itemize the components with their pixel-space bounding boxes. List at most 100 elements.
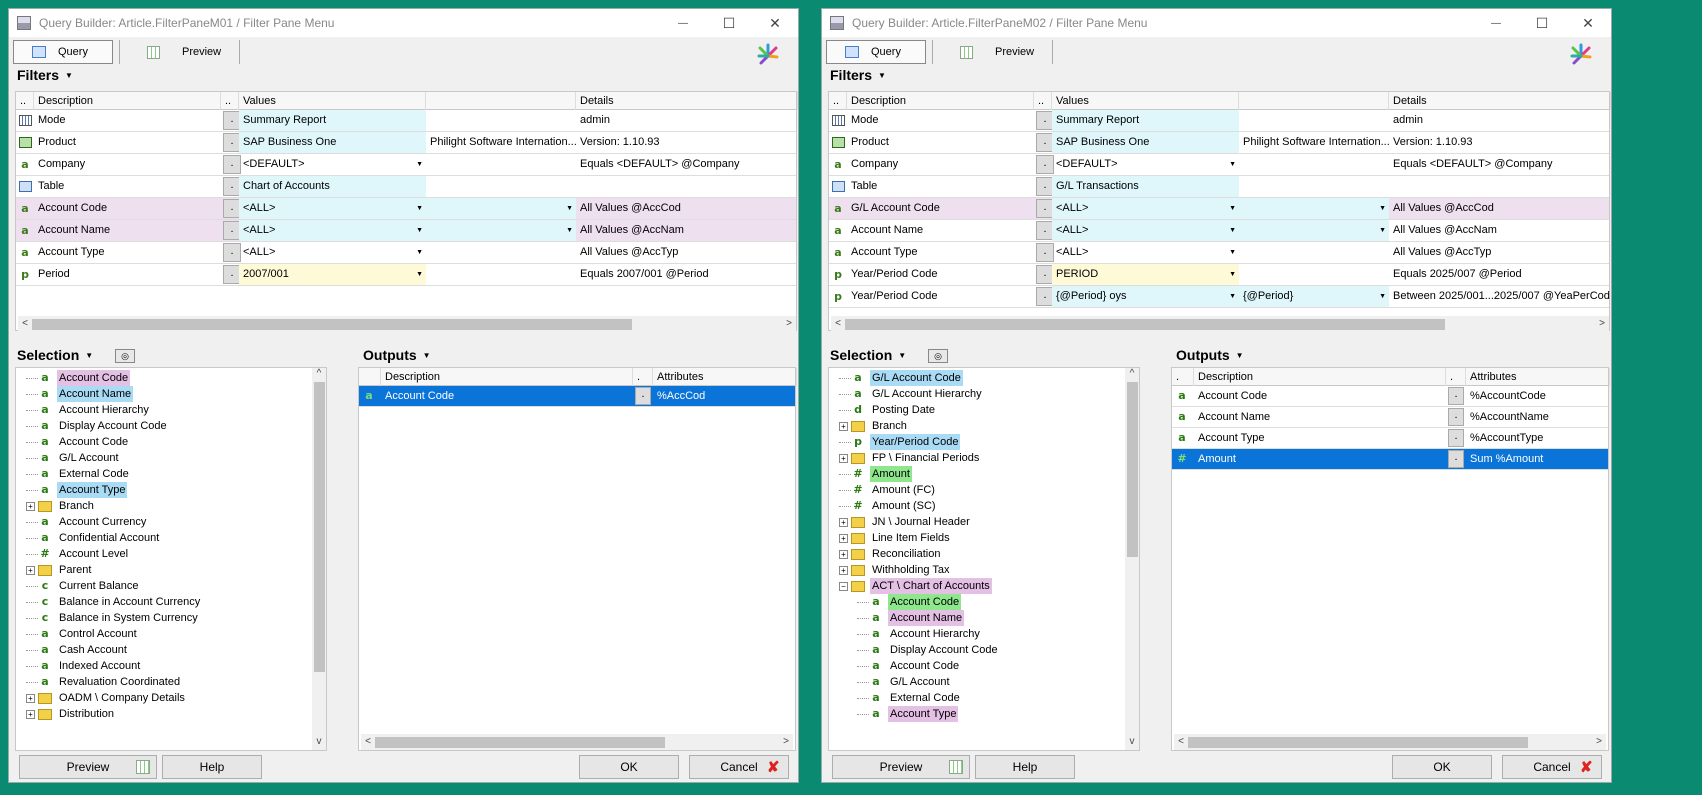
filter-value-2[interactable]: Philight Software Internation... <box>426 132 576 153</box>
selection-title[interactable]: Selection ▼ <box>17 347 93 363</box>
outputs-column-header[interactable]: Description <box>1194 368 1446 386</box>
maximize-icon[interactable]: ☐ <box>706 9 752 37</box>
tree-item[interactable]: a Control Account <box>26 626 139 642</box>
tree-folder[interactable]: + Withholding Tax <box>839 562 951 578</box>
ok-button[interactable]: OK <box>579 755 679 779</box>
tree-item[interactable]: a Display Account Code <box>857 642 1000 658</box>
outputs-column-header[interactable]: Attributes <box>1466 368 1610 386</box>
filter-value[interactable]: Chart of Accounts <box>239 176 426 197</box>
outputs-horizontal-scrollbar[interactable]: < > <box>1174 734 1606 750</box>
tree-folder[interactable]: + Branch <box>26 498 96 514</box>
filter-row[interactable]: a Account Code. <ALL> ▼ ▼ All Values @AccCod <box>16 198 796 220</box>
chevron-down-icon[interactable]: ▼ <box>1229 242 1236 263</box>
scrollbar-thumb[interactable] <box>845 319 1445 330</box>
scroll-right-icon[interactable]: > <box>779 734 793 750</box>
filter-value-2[interactable]: ▼ <box>1239 198 1389 219</box>
filters-column-header[interactable]: Details <box>576 92 798 110</box>
chevron-down-icon[interactable]: ▼ <box>416 220 423 241</box>
outputs-column-header[interactable]: . <box>1172 368 1194 386</box>
filter-value-2[interactable] <box>1239 242 1389 263</box>
filters-column-header[interactable]: .. <box>829 92 847 110</box>
filter-value-2[interactable]: ▼ <box>426 220 576 241</box>
tree-item[interactable]: a Account Code <box>26 370 131 386</box>
tree-item[interactable]: # Amount <box>839 466 912 482</box>
filter-value-2[interactable]: ▼ <box>1239 220 1389 241</box>
tree-folder[interactable]: + Parent <box>26 562 93 578</box>
filter-value[interactable]: <ALL> ▼ <box>239 242 426 263</box>
filters-column-header[interactable] <box>1239 92 1389 110</box>
filter-value[interactable]: SAP Business One <box>1052 132 1239 153</box>
outputs-title[interactable]: Outputs ▼ <box>1176 347 1244 363</box>
filter-value[interactable]: Summary Report <box>1052 110 1239 131</box>
tree-item[interactable]: a Account Code <box>857 594 962 610</box>
filter-row[interactable]: p Period. 2007/001 ▼ Equals 2007/001 @Period <box>16 264 796 286</box>
filters-column-header[interactable]: Description <box>34 92 221 110</box>
tree-folder[interactable]: − ACT \ Chart of Accounts <box>839 578 992 594</box>
filter-value[interactable]: Summary Report <box>239 110 426 131</box>
chevron-down-icon[interactable]: ▼ <box>416 264 423 285</box>
filter-value-2[interactable] <box>1239 154 1389 175</box>
filter-row[interactable]: a Company. <DEFAULT> ▼ Equals <DEFAULT> @Com… <box>829 154 1609 176</box>
filter-value-2[interactable]: ▼ <box>426 198 576 219</box>
scroll-up-icon[interactable]: ^ <box>312 368 326 382</box>
minimize-icon[interactable]: — <box>660 9 706 37</box>
output-row[interactable]: a Account Code. %AccCod <box>359 386 795 407</box>
output-row[interactable]: a Account Code. %AccountCode <box>1172 386 1608 407</box>
scroll-down-icon[interactable]: v <box>1125 736 1139 750</box>
tree-folder[interactable]: + Distribution <box>26 706 116 722</box>
filters-horizontal-scrollbar[interactable]: < > <box>831 316 1609 332</box>
scroll-up-icon[interactable]: ^ <box>1125 368 1139 382</box>
filter-row[interactable]: Product. SAP Business One Philight Softwar… <box>16 132 796 154</box>
filters-column-header[interactable]: .. <box>1034 92 1052 110</box>
tree-item[interactable]: a Account Hierarchy <box>26 402 151 418</box>
preview-button[interactable]: Preview <box>19 755 157 779</box>
filters-column-header[interactable]: Description <box>847 92 1034 110</box>
filters-horizontal-scrollbar[interactable]: < > <box>18 316 796 332</box>
outputs-horizontal-scrollbar[interactable]: < > <box>361 734 793 750</box>
chevron-down-icon[interactable]: ▼ <box>1379 220 1386 241</box>
tree-item[interactable]: c Current Balance <box>26 578 141 594</box>
filter-value[interactable]: <ALL> ▼ <box>1052 220 1239 241</box>
expand-icon[interactable]: + <box>26 709 35 719</box>
filter-row[interactable]: Table. G/L Transactions <box>829 176 1609 198</box>
filter-value[interactable]: {@Period} oys ▼ <box>1052 286 1239 307</box>
output-options-button[interactable]: . <box>1448 408 1464 426</box>
filter-value[interactable]: <ALL> ▼ <box>1052 198 1239 219</box>
filter-value[interactable]: <ALL> ▼ <box>239 220 426 241</box>
tree-item[interactable]: # Amount (FC) <box>839 482 937 498</box>
filter-row[interactable]: Table. Chart of Accounts <box>16 176 796 198</box>
scroll-right-icon[interactable]: > <box>1595 316 1609 332</box>
tree-item[interactable]: c Balance in System Currency <box>26 610 200 626</box>
tree-item[interactable]: a Indexed Account <box>26 658 142 674</box>
filter-value-2[interactable] <box>426 264 576 285</box>
filter-row[interactable]: Product. SAP Business One Philight Softwar… <box>829 132 1609 154</box>
expand-icon[interactable]: + <box>26 501 35 511</box>
scrollbar-thumb[interactable] <box>32 319 632 330</box>
output-options-button[interactable]: . <box>1448 450 1464 468</box>
tree-folder[interactable]: + Branch <box>839 418 909 434</box>
filter-value[interactable]: SAP Business One <box>239 132 426 153</box>
tree-item[interactable]: a Account Name <box>857 610 965 626</box>
filter-value[interactable]: <ALL> ▼ <box>1052 242 1239 263</box>
outputs-column-header[interactable]: . <box>1446 368 1466 386</box>
filter-row[interactable]: a Account Type. <ALL> ▼ All Values @AccTyp <box>16 242 796 264</box>
tree-item[interactable]: a External Code <box>857 690 962 706</box>
preview-button[interactable]: Preview <box>832 755 970 779</box>
tree-item[interactable]: a G/L Account Code <box>839 370 963 386</box>
view-toggle-icon[interactable]: ◎ <box>115 349 135 363</box>
cancel-button[interactable]: Cancel ✘ <box>689 755 789 779</box>
output-row[interactable]: a Account Type. %AccountType <box>1172 428 1608 449</box>
close-icon[interactable]: ✕ <box>752 9 798 37</box>
tree-item[interactable]: a Account Code <box>26 434 130 450</box>
expand-icon[interactable]: + <box>839 533 848 543</box>
filter-value-2[interactable] <box>426 154 576 175</box>
expand-icon[interactable]: + <box>26 565 35 575</box>
expand-icon[interactable]: + <box>839 565 848 575</box>
filter-row[interactable]: a Account Type. <ALL> ▼ All Values @AccTyp <box>829 242 1609 264</box>
filters-column-header[interactable]: Values <box>1052 92 1239 110</box>
filters-title[interactable]: Filters ▼ <box>17 67 73 83</box>
tree-item[interactable]: a Account Name <box>26 386 134 402</box>
tree-item[interactable]: c Balance in Account Currency <box>26 594 202 610</box>
ok-button[interactable]: OK <box>1392 755 1492 779</box>
scroll-right-icon[interactable]: > <box>1592 734 1606 750</box>
